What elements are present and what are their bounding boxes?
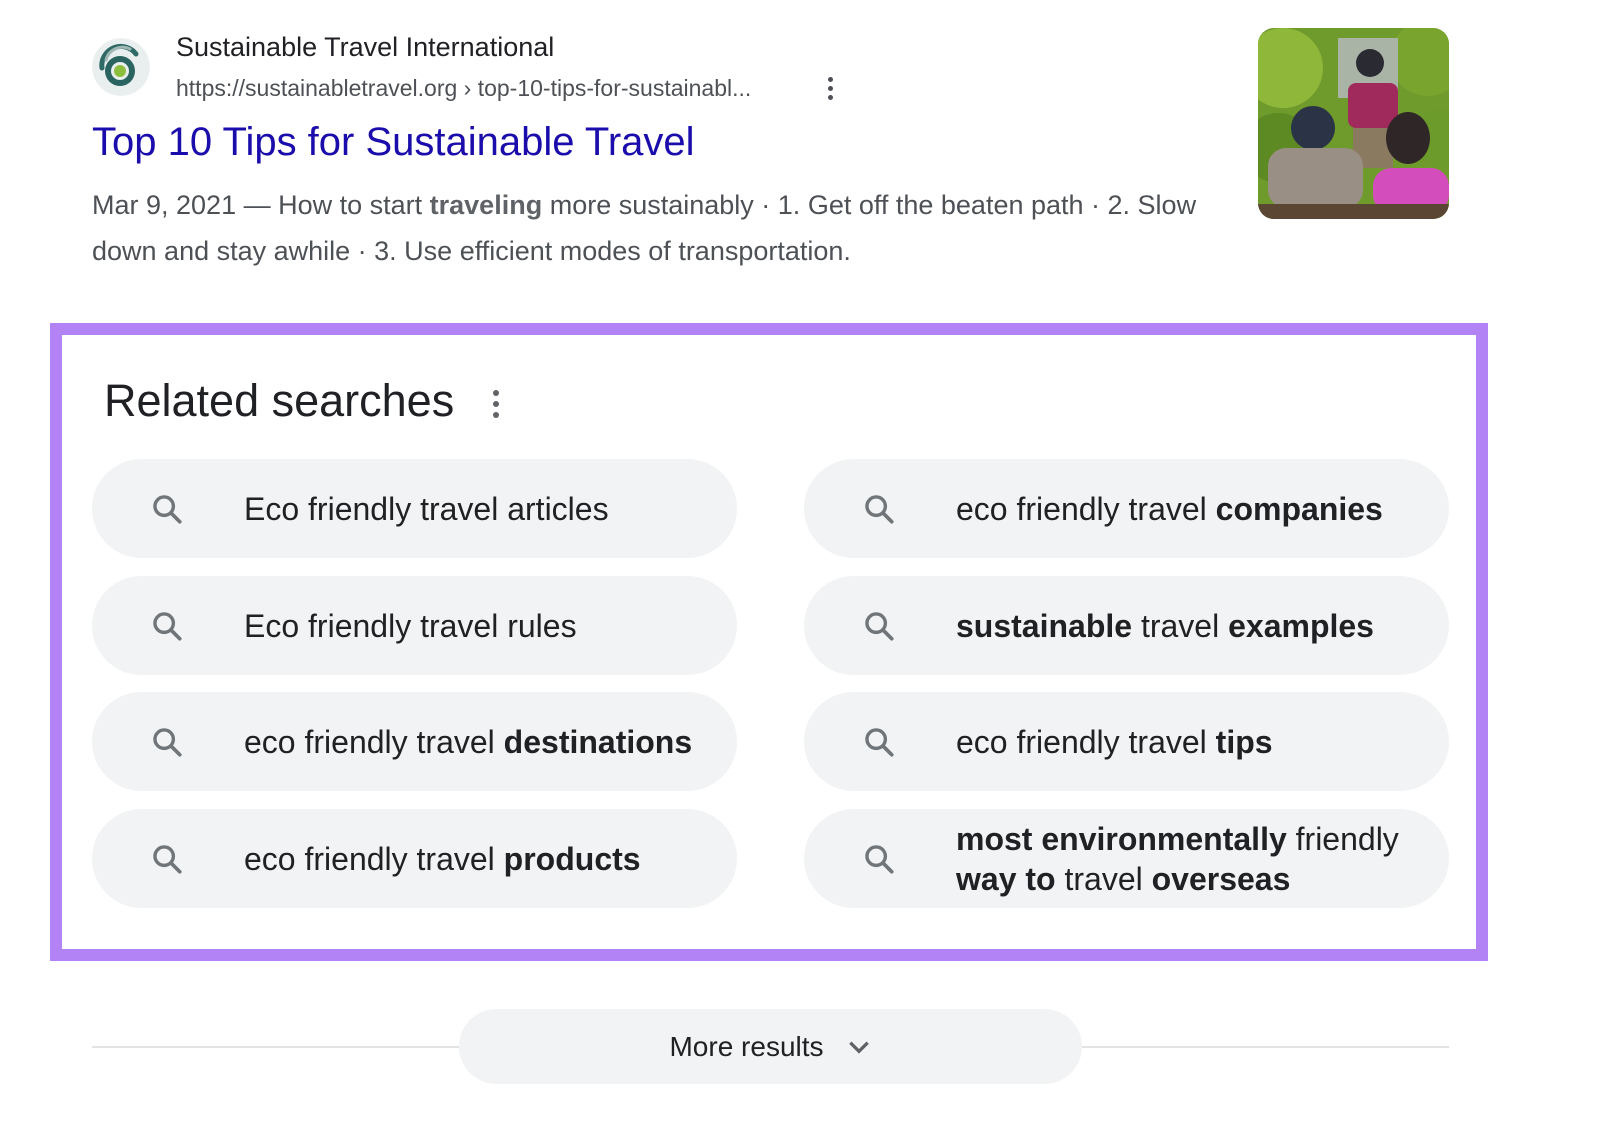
related-searches-title: Related searches — [104, 375, 455, 426]
more-vert-icon[interactable] — [818, 73, 842, 103]
related-search-label: Eco friendly travel articles — [244, 489, 609, 529]
snippet-separator: — — [236, 190, 279, 220]
snippet-bold: traveling — [429, 190, 543, 220]
divider-right — [1082, 1046, 1449, 1048]
divider-left — [92, 1046, 459, 1048]
result-title-link[interactable]: Top 10 Tips for Sustainable Travel — [92, 120, 695, 165]
query-bold-segment: sustainable — [956, 607, 1133, 644]
result-snippet: Mar 9, 2021 — How to start traveling mor… — [92, 182, 1222, 274]
related-search-item[interactable]: Eco friendly travel articles — [92, 459, 737, 558]
related-search-item[interactable]: eco friendly travel destinations — [92, 692, 737, 791]
query-bold-segment: overseas — [1151, 860, 1291, 897]
search-icon — [150, 609, 184, 643]
search-icon — [862, 609, 896, 643]
related-search-item[interactable]: eco friendly travel companies — [804, 459, 1449, 558]
related-search-item[interactable]: Eco friendly travel rules — [92, 576, 737, 675]
query-segment: eco friendly travel — [956, 723, 1216, 760]
chevron-down-icon — [848, 1041, 869, 1054]
site-url[interactable]: https://sustainabletravel.org › top-10-t… — [176, 75, 751, 102]
related-search-item[interactable]: sustainable travel examples — [804, 576, 1449, 675]
related-search-text: Eco friendly travel articles — [244, 459, 707, 558]
query-bold-segment: tips — [1215, 723, 1273, 760]
more-results-button[interactable]: More results — [459, 1009, 1082, 1084]
related-search-label: sustainable travel examples — [956, 606, 1374, 646]
query-segment: travel — [1132, 607, 1229, 644]
more-results-label: More results — [669, 1030, 824, 1062]
sustainable-travel-logo-icon[interactable] — [92, 38, 150, 96]
search-icon — [150, 842, 184, 876]
snippet-text: How to start — [278, 190, 430, 220]
query-segment: eco friendly travel — [956, 490, 1216, 527]
query-segment: friendly — [1286, 820, 1408, 857]
related-search-item[interactable]: eco friendly travel products — [92, 809, 737, 908]
related-search-label: eco friendly travel products — [244, 839, 641, 879]
query-bold-segment: examples — [1228, 607, 1374, 644]
related-search-label: eco friendly travel destinations — [244, 722, 692, 762]
related-search-label: eco friendly travel companies — [956, 489, 1383, 529]
query-bold-segment: destinations — [503, 723, 693, 760]
related-search-text: Eco friendly travel rules — [244, 576, 707, 675]
related-search-item[interactable]: most environmentally friendly way to tra… — [804, 809, 1449, 908]
query-segment: Eco friendly travel rules — [244, 607, 577, 644]
related-search-text: eco friendly travel tips — [956, 692, 1419, 791]
query-segment: travel — [1055, 860, 1152, 897]
related-searches-panel: Related searches Eco friendly travel art… — [50, 323, 1488, 961]
related-search-text: eco friendly travel destinations — [244, 692, 707, 791]
snippet-date: Mar 9, 2021 — [92, 190, 237, 220]
query-bold-segment: products — [503, 840, 641, 877]
related-search-text: eco friendly travel companies — [956, 459, 1419, 558]
related-search-label: most environmentally friendly way to tra… — [956, 819, 1419, 899]
related-search-label: Eco friendly travel rules — [244, 606, 577, 646]
query-bold-segment: companies — [1215, 490, 1383, 527]
related-search-text: most environmentally friendly way to tra… — [956, 809, 1419, 908]
search-icon — [862, 842, 896, 876]
query-bold-segment: most environmentally — [956, 820, 1287, 857]
related-search-label: eco friendly travel tips — [956, 722, 1273, 762]
result-thumbnail[interactable] — [1258, 28, 1449, 219]
query-segment: Eco friendly travel articles — [244, 490, 609, 527]
query-segment: eco friendly travel — [244, 840, 504, 877]
search-icon — [862, 492, 896, 526]
search-icon — [150, 725, 184, 759]
related-search-text: eco friendly travel products — [244, 809, 707, 908]
search-icon — [150, 492, 184, 526]
related-search-item[interactable]: eco friendly travel tips — [804, 692, 1449, 791]
site-name[interactable]: Sustainable Travel International — [176, 32, 554, 63]
more-vert-icon[interactable] — [484, 387, 508, 421]
search-icon — [862, 725, 896, 759]
query-bold-segment: way to — [956, 860, 1056, 897]
query-segment: eco friendly travel — [244, 723, 504, 760]
related-search-text: sustainable travel examples — [956, 576, 1419, 675]
